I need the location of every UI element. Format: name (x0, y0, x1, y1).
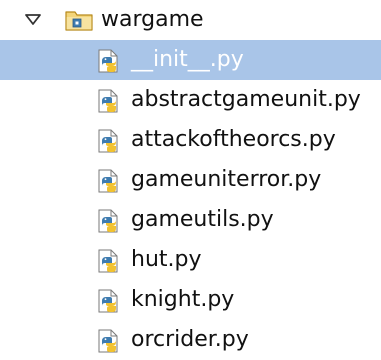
tree-folder-wargame[interactable]: wargame (0, 0, 381, 40)
tree-file-orcrider[interactable]: orcrider.py (0, 320, 381, 360)
folder-label: wargame (101, 7, 204, 32)
tree-file-hut[interactable]: hut.py (0, 240, 381, 280)
file-label: attackoftheorcs.py (131, 127, 336, 152)
python-file-icon (96, 128, 122, 154)
python-file-icon (96, 248, 122, 274)
project-tree: wargame __init__.py abstractgameunit.py … (0, 0, 381, 358)
python-file-icon (96, 168, 122, 194)
tree-file-abstractgameunit[interactable]: abstractgameunit.py (0, 80, 381, 120)
file-label: orcrider.py (131, 327, 249, 352)
python-file-icon (96, 48, 122, 74)
file-label: gameuniterror.py (131, 167, 322, 192)
tree-file-init[interactable]: __init__.py (0, 40, 381, 80)
file-label: hut.py (131, 247, 202, 272)
python-package-folder-icon (65, 8, 93, 32)
tree-file-knight[interactable]: knight.py (0, 280, 381, 320)
triangle-down-icon[interactable] (23, 10, 43, 30)
python-file-icon (96, 88, 122, 114)
python-file-icon (96, 328, 122, 354)
file-label: gameutils.py (131, 207, 274, 232)
python-file-icon (96, 288, 122, 314)
tree-file-gameuniterror[interactable]: gameuniterror.py (0, 160, 381, 200)
tree-file-attackoftheorcs[interactable]: attackoftheorcs.py (0, 120, 381, 160)
tree-file-gameutils[interactable]: gameutils.py (0, 200, 381, 240)
file-label: abstractgameunit.py (131, 87, 361, 112)
file-label: knight.py (131, 287, 235, 312)
file-label: __init__.py (131, 47, 244, 72)
python-file-icon (96, 208, 122, 234)
